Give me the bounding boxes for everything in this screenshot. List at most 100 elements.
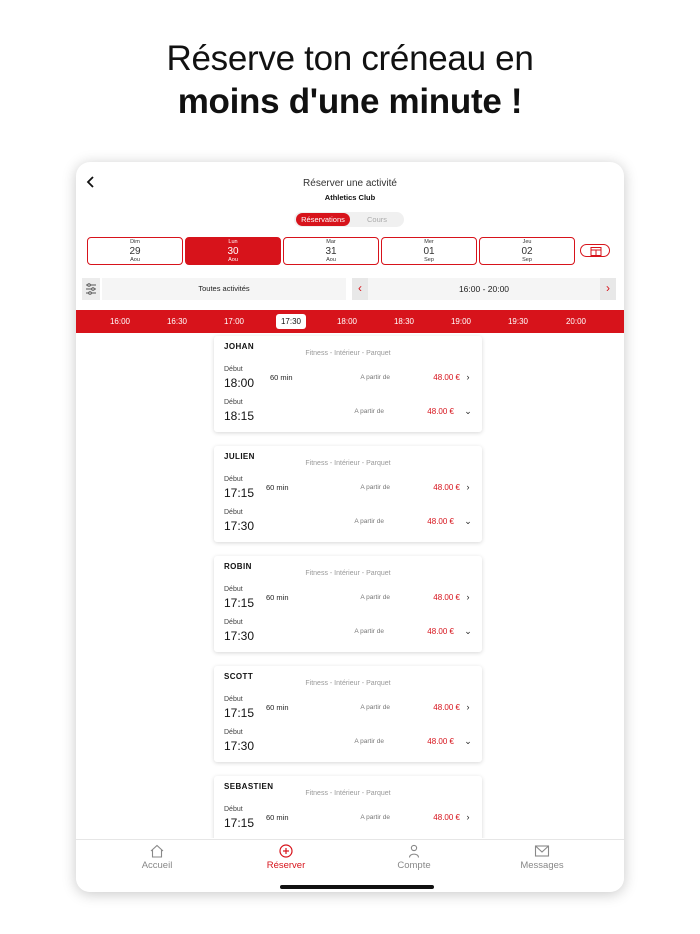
start-time: 18:00 bbox=[224, 376, 255, 390]
coach-card[interactable]: SCOTT Fitness - Intérieur - Parquet Début 1… bbox=[214, 666, 482, 762]
filter-row: Toutes activités ‹ 16:00 - 20:00 › bbox=[82, 278, 618, 300]
time-slot[interactable]: 17:00 bbox=[215, 314, 253, 329]
coach-card[interactable]: JULIEN Fitness - Intérieur - Parquet Début… bbox=[214, 446, 482, 542]
day-number: 29 bbox=[129, 246, 141, 257]
time-slot-selected[interactable]: 17:30 bbox=[276, 314, 306, 329]
time-slot[interactable]: 16:30 bbox=[158, 314, 196, 329]
start-label: Début bbox=[224, 696, 243, 703]
start-time: 17:30 bbox=[224, 519, 255, 533]
tab-messages[interactable]: Messages bbox=[487, 844, 597, 871]
top-bar: Réserver une activité Athletics Club bbox=[76, 162, 624, 210]
time-slot[interactable]: 19:30 bbox=[499, 314, 537, 329]
time-range-selector: ‹ 16:00 - 20:00 › bbox=[352, 278, 616, 300]
price: 48.00 € bbox=[427, 407, 454, 416]
chevron-right-icon[interactable]: › bbox=[464, 812, 472, 822]
coach-card[interactable]: ROBIN Fitness - Intérieur - Parquet Début 1… bbox=[214, 556, 482, 652]
tab-label: Réserver bbox=[266, 860, 306, 871]
from-label: A partir de bbox=[354, 518, 384, 525]
day-01[interactable]: Mer 01 Sep bbox=[381, 237, 477, 265]
time-slot[interactable]: 18:00 bbox=[328, 314, 366, 329]
page-title: Réserver une activité bbox=[303, 178, 397, 189]
activity-filter-select[interactable]: Toutes activités bbox=[102, 278, 346, 300]
day-number: 30 bbox=[227, 246, 239, 257]
activity-tags: Fitness - Intérieur - Parquet bbox=[305, 790, 391, 797]
day-month: Aou bbox=[326, 257, 336, 263]
filter-sliders-icon[interactable] bbox=[82, 278, 100, 300]
home-icon bbox=[150, 844, 164, 858]
start-time: 18:15 bbox=[224, 409, 255, 423]
tablet-screen: Réserver une activité Athletics Club Rés… bbox=[76, 162, 624, 892]
tab-reserver[interactable]: Réserver bbox=[231, 844, 341, 871]
coach-card[interactable]: JOHAN Fitness - Intérieur - Parquet Début 1… bbox=[214, 336, 482, 432]
tab-label: Accueil bbox=[141, 860, 173, 871]
previous-range-icon[interactable]: ‹ bbox=[352, 278, 368, 300]
person-icon bbox=[408, 844, 420, 858]
chevron-down-icon[interactable]: ⌄ bbox=[464, 516, 472, 527]
mail-icon bbox=[534, 845, 550, 857]
from-label: A partir de bbox=[354, 628, 384, 635]
calendar-button[interactable] bbox=[580, 244, 610, 257]
chevron-right-icon[interactable]: › bbox=[464, 592, 472, 602]
time-slot[interactable]: 16:00 bbox=[101, 314, 139, 329]
start-time: 17:30 bbox=[224, 739, 255, 753]
from-label: A partir de bbox=[360, 704, 390, 711]
chevron-down-icon[interactable]: ⌄ bbox=[464, 736, 472, 747]
day-name: Dim bbox=[130, 239, 140, 245]
day-name: Jeu bbox=[522, 239, 532, 245]
from-label: A partir de bbox=[360, 484, 390, 491]
time-slot-bar: 16:00 16:30 17:00 17:30 18:00 18:30 19:0… bbox=[76, 310, 624, 333]
day-month: Sep bbox=[424, 257, 434, 263]
chevron-down-icon[interactable]: ⌄ bbox=[464, 626, 472, 637]
start-time: 17:15 bbox=[224, 486, 255, 500]
price: 48.00 € bbox=[427, 627, 454, 636]
day-name: Mer bbox=[424, 239, 434, 245]
club-name: Athletics Club bbox=[324, 193, 376, 202]
segment-reservations[interactable]: Réservations bbox=[296, 213, 350, 226]
tab-label: Compte bbox=[397, 860, 431, 871]
start-label: Début bbox=[224, 509, 243, 516]
time-slot[interactable]: 20:00 bbox=[557, 314, 595, 329]
day-02[interactable]: Jeu 02 Sep bbox=[479, 237, 575, 265]
chevron-right-icon[interactable]: › bbox=[464, 702, 472, 712]
day-picker: Dim 29 Aou Lun 30 Aou Mar 31 Aou Mer 01 … bbox=[87, 237, 587, 265]
tab-bar: Accueil Réserver Compte Messages bbox=[76, 839, 624, 892]
price: 48.00 € bbox=[433, 373, 460, 382]
start-label: Début bbox=[224, 366, 243, 373]
coach-card[interactable]: SEBASTIEN Fitness - Intérieur - Parquet Dé… bbox=[214, 776, 482, 838]
day-31[interactable]: Mar 31 Aou bbox=[283, 237, 379, 265]
day-month: Aou bbox=[228, 257, 238, 263]
start-time: 17:30 bbox=[224, 629, 255, 643]
next-range-icon[interactable]: › bbox=[600, 278, 616, 300]
price: 48.00 € bbox=[433, 703, 460, 712]
chevron-right-icon[interactable]: › bbox=[464, 482, 472, 492]
chevron-right-icon[interactable]: › bbox=[464, 372, 472, 382]
start-label: Début bbox=[224, 619, 243, 626]
home-indicator bbox=[280, 885, 434, 889]
price: 48.00 € bbox=[427, 737, 454, 746]
price: 48.00 € bbox=[433, 483, 460, 492]
time-slot[interactable]: 18:30 bbox=[385, 314, 423, 329]
activity-tags: Fitness - Intérieur - Parquet bbox=[305, 350, 391, 357]
day-name: Lun bbox=[228, 239, 238, 245]
headline-line-1: Réserve ton créneau en bbox=[166, 39, 534, 78]
from-label: A partir de bbox=[360, 594, 390, 601]
day-number: 02 bbox=[521, 246, 533, 257]
day-30[interactable]: Lun 30 Aou bbox=[185, 237, 281, 265]
chevron-down-icon[interactable]: ⌄ bbox=[464, 406, 472, 417]
tab-compte[interactable]: Compte bbox=[359, 844, 469, 871]
from-label: A partir de bbox=[360, 814, 390, 821]
segment-cours[interactable]: Cours bbox=[352, 212, 402, 227]
start-label: Début bbox=[224, 586, 243, 593]
start-label: Début bbox=[224, 729, 243, 736]
headline-line-2: moins d'une minute ! bbox=[177, 82, 523, 121]
day-number: 01 bbox=[423, 246, 435, 257]
start-label: Début bbox=[224, 399, 243, 406]
start-time: 17:15 bbox=[224, 596, 255, 610]
price: 48.00 € bbox=[427, 517, 454, 526]
activity-tags: Fitness - Intérieur - Parquet bbox=[305, 460, 391, 467]
from-label: A partir de bbox=[360, 374, 390, 381]
time-slot[interactable]: 19:00 bbox=[442, 314, 480, 329]
tab-accueil[interactable]: Accueil bbox=[102, 844, 212, 871]
day-29[interactable]: Dim 29 Aou bbox=[87, 237, 183, 265]
price: 48.00 € bbox=[433, 593, 460, 602]
